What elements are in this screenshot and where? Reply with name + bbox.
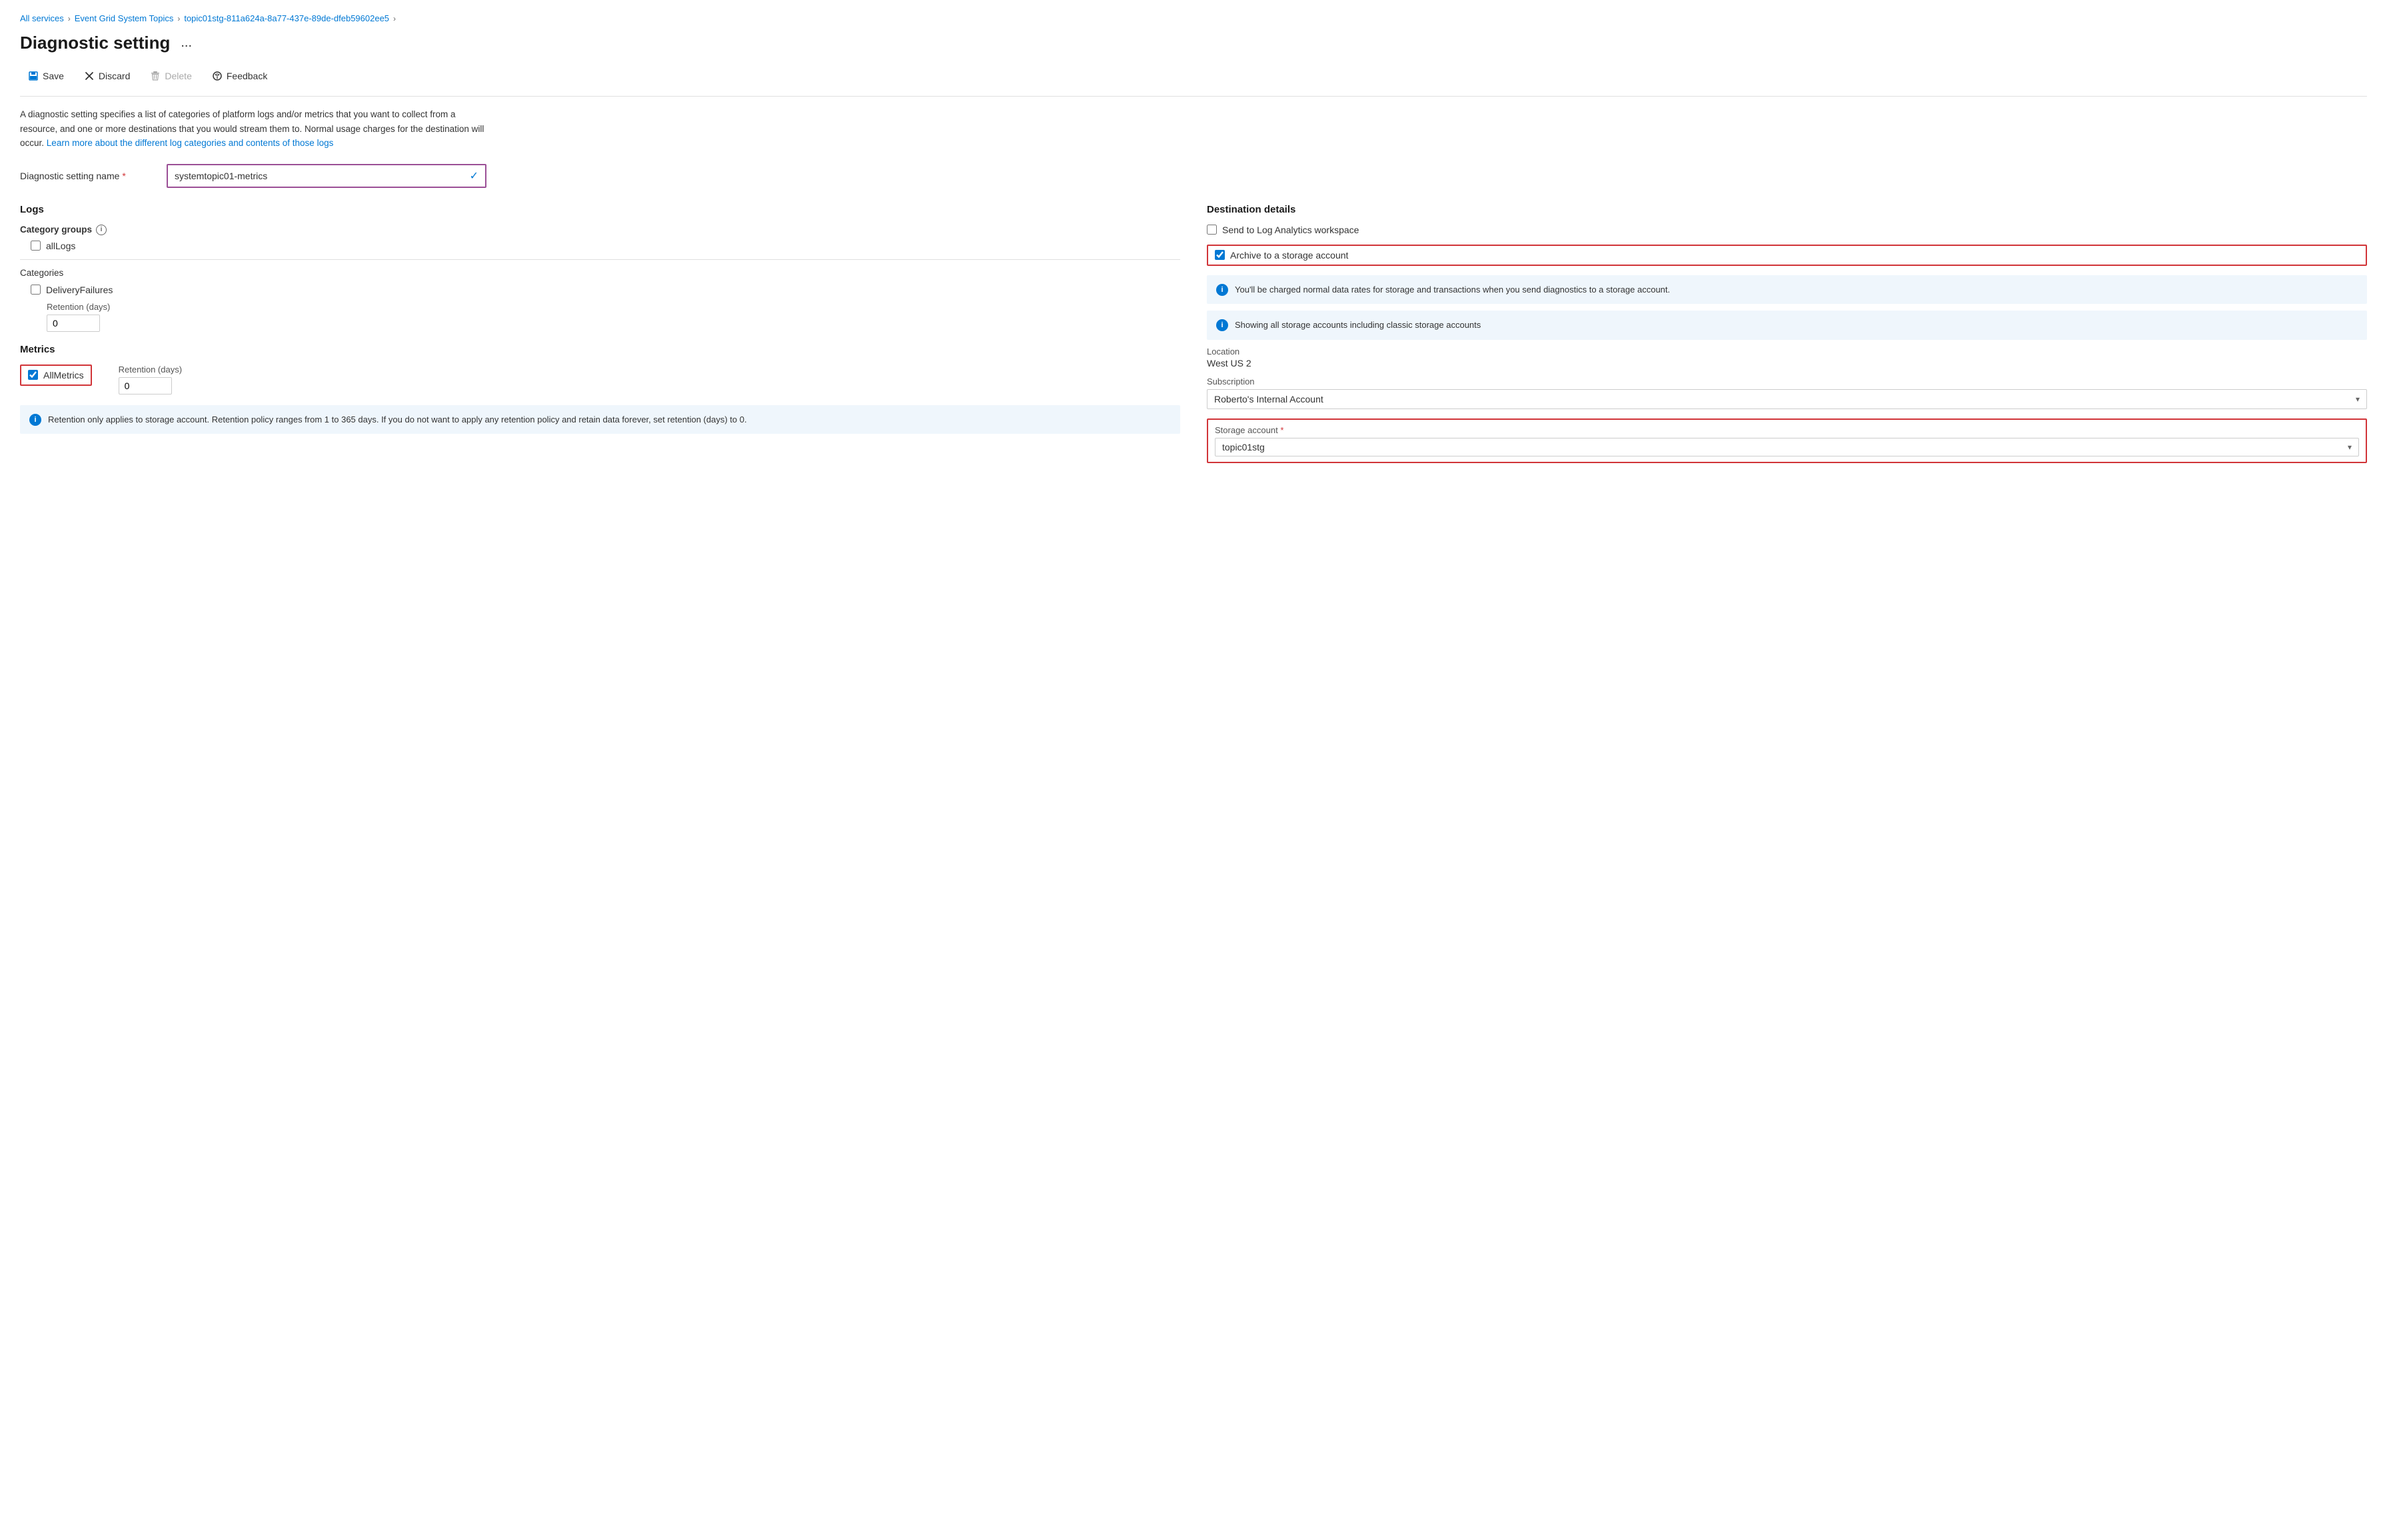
- dest-info-text-2: Showing all storage accounts including c…: [1235, 319, 1481, 332]
- breadcrumb-sep-3: ›: [393, 14, 396, 23]
- delivery-retention-row: Retention (days): [20, 302, 1180, 332]
- location-label: Location: [1207, 347, 2367, 357]
- diag-name-label: Diagnostic setting name *: [20, 171, 153, 181]
- dest-info-box-2: i Showing all storage accounts including…: [1207, 311, 2367, 340]
- metrics-right: Retention (days): [119, 365, 182, 394]
- metrics-section-title: Metrics: [20, 344, 1180, 355]
- all-metrics-box: AllMetrics: [20, 365, 92, 386]
- metrics-retention-label: Retention (days): [119, 365, 182, 375]
- storage-account-required: *: [1280, 425, 1283, 435]
- category-groups-info-icon[interactable]: i: [96, 225, 107, 235]
- subscription-row: Subscription Roberto's Internal Account …: [1207, 377, 2367, 409]
- category-groups-section: Category groups i allLogs: [20, 225, 1180, 251]
- breadcrumb-all-services[interactable]: All services: [20, 13, 64, 23]
- discard-button[interactable]: Discard: [76, 67, 138, 85]
- destination-title: Destination details: [1207, 204, 2367, 215]
- log-analytics-row: Send to Log Analytics workspace: [1207, 225, 2367, 235]
- subscription-select[interactable]: Roberto's Internal Account ▾: [1207, 389, 2367, 409]
- learn-more-link[interactable]: Learn more about the different log categ…: [47, 138, 334, 148]
- diag-name-input-wrapper: ✓: [167, 164, 486, 188]
- location-value: West US 2: [1207, 358, 2367, 369]
- storage-account-chevron: ▾: [2348, 442, 2352, 452]
- metrics-full-row: AllMetrics Retention (days): [20, 365, 1180, 394]
- all-logs-row: allLogs: [20, 241, 1180, 251]
- breadcrumb: All services › Event Grid System Topics …: [20, 13, 2367, 23]
- archive-label: Archive to a storage account: [1230, 250, 1348, 261]
- location-row: Location West US 2: [1207, 347, 2367, 369]
- metrics-left: AllMetrics: [20, 365, 92, 386]
- left-panel: Logs Category groups i allLogs Categorie…: [20, 204, 1180, 463]
- categories-label: Categories: [20, 268, 1180, 278]
- dest-info-text-1: You'll be charged normal data rates for …: [1235, 283, 1670, 297]
- log-analytics-checkbox[interactable]: [1207, 225, 1217, 235]
- divider-1: [20, 259, 1180, 260]
- all-logs-label: allLogs: [46, 241, 75, 251]
- diag-name-field[interactable]: [175, 171, 462, 181]
- delivery-failures-label: DeliveryFailures: [46, 285, 113, 295]
- delivery-retention-input[interactable]: [47, 315, 100, 332]
- delivery-retention-label: Retention (days): [47, 302, 1180, 312]
- dest-info-box-1: i You'll be charged normal data rates fo…: [1207, 275, 2367, 305]
- delivery-failures-row: DeliveryFailures: [20, 285, 1180, 295]
- subscription-chevron: ▾: [2356, 394, 2360, 404]
- description-text: A diagnostic setting specifies a list of…: [20, 107, 486, 151]
- archive-checkbox[interactable]: [1215, 250, 1225, 260]
- delete-label: Delete: [165, 71, 191, 81]
- metrics-info-text: Retention only applies to storage accoun…: [48, 413, 747, 426]
- storage-account-label: Storage account *: [1215, 425, 2359, 435]
- metrics-info-box: i Retention only applies to storage acco…: [20, 405, 1180, 434]
- all-metrics-label: AllMetrics: [43, 370, 84, 381]
- subscription-value: Roberto's Internal Account: [1214, 394, 1323, 404]
- ellipsis-button[interactable]: ...: [178, 35, 195, 51]
- metrics-info-icon: i: [29, 414, 41, 426]
- feedback-label: Feedback: [227, 71, 267, 81]
- metrics-section: Metrics AllMetrics Retention (days) i Re…: [20, 344, 1180, 434]
- log-analytics-label: Send to Log Analytics workspace: [1222, 225, 1359, 235]
- page-header: Diagnostic setting ...: [20, 33, 2367, 53]
- breadcrumb-event-grid[interactable]: Event Grid System Topics: [75, 13, 174, 23]
- diag-name-checkmark: ✓: [470, 169, 478, 183]
- delete-icon: [150, 71, 161, 81]
- storage-account-select[interactable]: topic01stg ▾: [1215, 438, 2359, 456]
- archive-checkbox-box: Archive to a storage account: [1207, 245, 2367, 266]
- delete-button[interactable]: Delete: [142, 67, 199, 85]
- delivery-failures-checkbox[interactable]: [31, 285, 41, 295]
- feedback-button[interactable]: Feedback: [204, 67, 275, 85]
- right-panel: Destination details Send to Log Analytic…: [1207, 204, 2367, 463]
- subscription-label: Subscription: [1207, 377, 2367, 386]
- toolbar: Save Discard Delete: [20, 67, 2367, 97]
- breadcrumb-sep-1: ›: [68, 14, 71, 23]
- save-button[interactable]: Save: [20, 67, 72, 85]
- metrics-retention-input[interactable]: [119, 377, 172, 394]
- storage-account-value: topic01stg: [1222, 442, 1265, 452]
- breadcrumb-sep-2: ›: [177, 14, 180, 23]
- diag-name-required: *: [122, 171, 125, 181]
- breadcrumb-topic[interactable]: topic01stg-811a624a-8a77-437e-89de-dfeb5…: [184, 13, 389, 23]
- storage-account-row: Storage account * topic01stg ▾: [1207, 418, 2367, 463]
- categories-section: Categories DeliveryFailures Retention (d…: [20, 268, 1180, 332]
- logs-section-title: Logs: [20, 204, 1180, 215]
- category-groups-title: Category groups i: [20, 225, 1180, 235]
- page-title: Diagnostic setting: [20, 33, 170, 53]
- main-content: Logs Category groups i allLogs Categorie…: [20, 204, 2367, 463]
- all-logs-checkbox[interactable]: [31, 241, 41, 251]
- diag-name-row: Diagnostic setting name * ✓: [20, 164, 2367, 188]
- all-metrics-checkbox[interactable]: [28, 370, 38, 380]
- discard-icon: [84, 71, 95, 81]
- feedback-icon: [212, 71, 223, 81]
- discard-label: Discard: [99, 71, 130, 81]
- dest-info-icon-1: i: [1216, 284, 1228, 296]
- dest-info-icon-2: i: [1216, 319, 1228, 331]
- save-label: Save: [43, 71, 64, 81]
- save-icon: [28, 71, 39, 81]
